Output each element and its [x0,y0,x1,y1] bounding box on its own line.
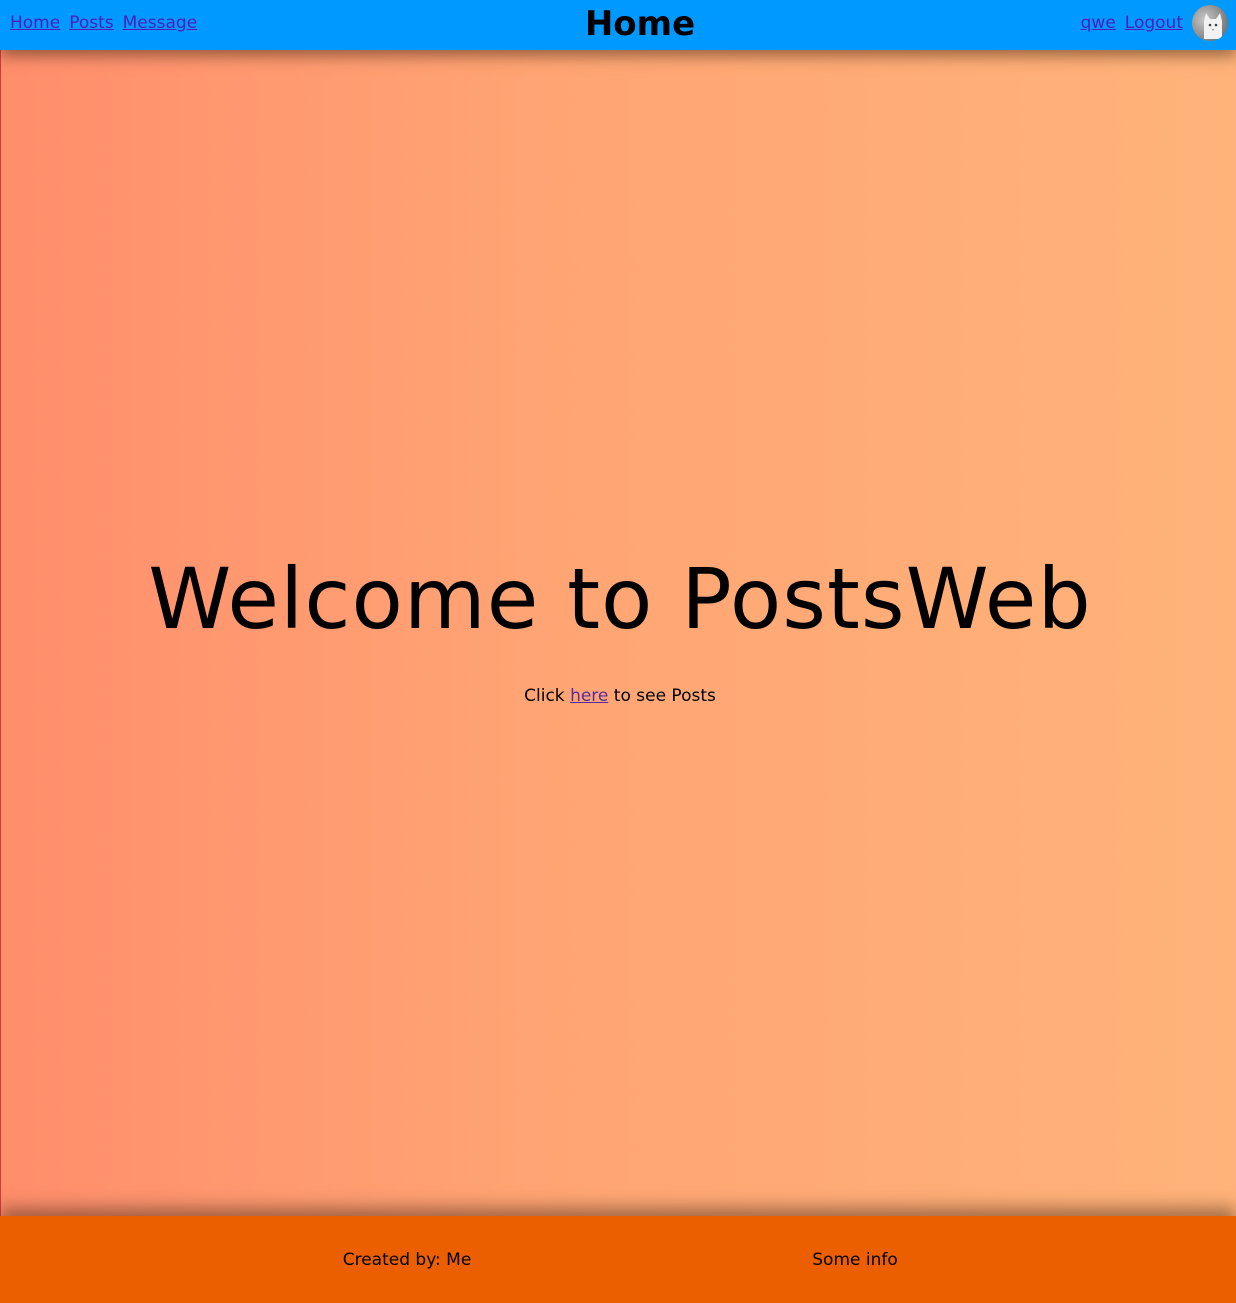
primary-nav: Home Posts Message [10,13,197,33]
nav-link-home[interactable]: Home [10,13,60,33]
here-link[interactable]: here [570,686,608,706]
cat-avatar-icon [1204,13,1222,39]
user-nav: qwe Logout [1081,5,1228,41]
nav-link-posts[interactable]: Posts [69,13,113,33]
avatar[interactable] [1192,5,1228,41]
cta-suffix: to see Posts [613,686,716,706]
main-content: Welcome to PostsWeb Click here to see Po… [0,50,1236,1216]
cta-prefix: Click [524,686,565,706]
username-link[interactable]: qwe [1081,13,1116,33]
page-footer: Created by: Me Some info [0,1216,1236,1303]
nav-link-message[interactable]: Message [123,13,198,33]
top-navigation-bar: Home Posts Message Home qwe Logout [0,0,1236,50]
footer-info: Some info [812,1250,898,1270]
logout-link[interactable]: Logout [1125,13,1183,33]
welcome-heading: Welcome to PostsWeb [148,550,1092,648]
footer-created-by: Created by: Me [342,1250,472,1270]
posts-call-to-action: Click here to see Posts [0,686,1236,706]
